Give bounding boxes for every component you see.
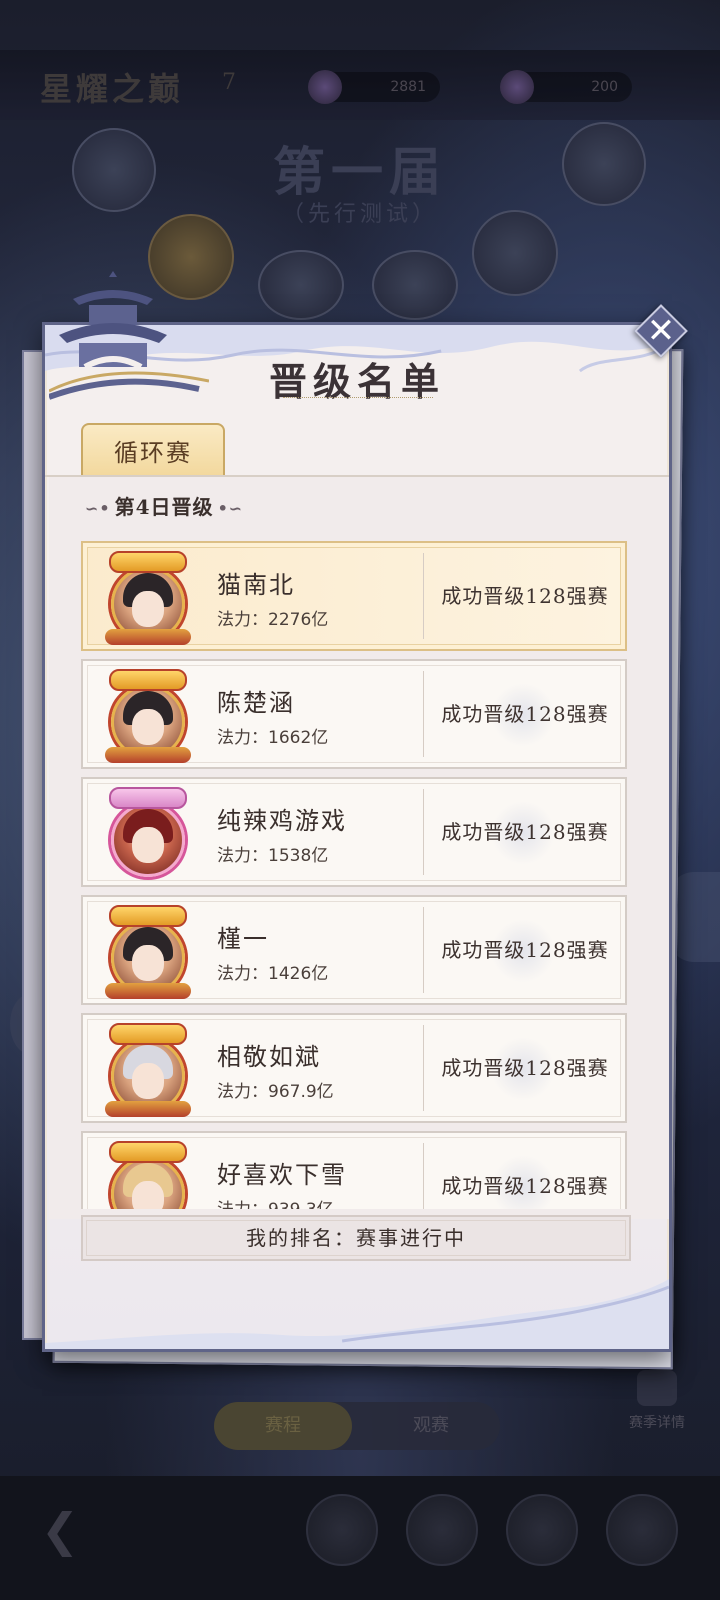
list-item[interactable]: 相敬如斌 法力：967.9亿 成功晋级128强赛 bbox=[81, 1013, 627, 1123]
season-subtitle: （先行测试） bbox=[281, 202, 438, 227]
promotion-status: 成功晋级128强赛 bbox=[441, 820, 609, 844]
section-heading: ∽• 第4日晋级 •∽ bbox=[81, 489, 247, 525]
promotion-status: 成功晋级128强赛 bbox=[441, 584, 609, 608]
background-node-a bbox=[472, 210, 558, 296]
section-heading-text: 第4日晋级 bbox=[114, 495, 214, 519]
bottom-cloud-decoration bbox=[45, 1279, 669, 1349]
list-item[interactable]: 好喜欢下雪 法力：939.3亿 成功晋级128强赛 bbox=[81, 1131, 627, 1209]
player-avatar[interactable] bbox=[105, 783, 191, 883]
player-power: 法力：967.9亿 bbox=[217, 1082, 334, 1102]
gem-icon bbox=[308, 70, 342, 104]
resource-a-value: 2881 bbox=[390, 79, 426, 95]
avatar-frame-banner bbox=[109, 669, 187, 691]
background-node-left bbox=[72, 128, 156, 212]
season-detail-button: 赛季详情 bbox=[612, 1370, 702, 1440]
player-name: 相敬如斌 bbox=[217, 1043, 321, 1071]
background-node-b bbox=[258, 250, 344, 320]
player-name: 猫南北 bbox=[217, 571, 295, 599]
player-power: 法力：2276亿 bbox=[217, 610, 329, 630]
avatar-frame-banner bbox=[109, 551, 187, 573]
trophy-icon bbox=[637, 1370, 677, 1406]
player-avatar[interactable] bbox=[105, 1019, 191, 1119]
orb-icon bbox=[500, 70, 534, 104]
background-node-right bbox=[562, 122, 646, 206]
promotion-status: 成功晋级128强赛 bbox=[441, 1056, 609, 1080]
player-avatar[interactable] bbox=[105, 1137, 191, 1209]
tab-watch: 观赛 bbox=[413, 1415, 449, 1436]
tab-schedule: 赛程 bbox=[214, 1402, 352, 1450]
player-name: 好喜欢下雪 bbox=[217, 1161, 347, 1189]
avatar-frame-banner bbox=[109, 1141, 187, 1163]
nav-icon-3 bbox=[506, 1494, 578, 1566]
avatar-frame-banner bbox=[109, 1023, 187, 1045]
avatar-frame-banner bbox=[109, 787, 187, 809]
promotion-status: 成功晋级128强赛 bbox=[441, 938, 609, 962]
resource-counter-a: 2881 bbox=[308, 70, 440, 104]
player-avatar[interactable] bbox=[105, 901, 191, 1001]
back-arrow-icon: ❮ bbox=[40, 1503, 80, 1557]
curl-left-icon: ∽• bbox=[85, 499, 111, 518]
list-item[interactable]: 纯辣鸡游戏 法力：1538亿 成功晋级128强赛 bbox=[81, 777, 627, 887]
promotion-status: 成功晋级128强赛 bbox=[441, 1174, 609, 1198]
player-power: 法力：939.3亿 bbox=[217, 1195, 334, 1209]
season-title: 第一届 bbox=[272, 142, 447, 203]
promotion-list[interactable]: 猫南北 法力：2276亿 成功晋级128强赛 陈楚涵 法力：1662亿 成功晋级… bbox=[81, 541, 631, 1209]
resource-counter-b: 200 bbox=[500, 70, 632, 104]
season-detail-label: 赛季详情 bbox=[629, 1415, 685, 1431]
player-power: 法力：1662亿 bbox=[217, 728, 329, 748]
close-icon: ✕ bbox=[646, 311, 676, 351]
my-rank-bar: 我的排名：赛事进行中 bbox=[81, 1215, 631, 1261]
list-item[interactable]: 猫南北 法力：2276亿 成功晋级128强赛 bbox=[81, 541, 627, 651]
background-bottom-tabs: 赛程 观赛 bbox=[214, 1402, 500, 1450]
avatar-frame-banner bbox=[109, 905, 187, 927]
player-name: 槿一 bbox=[217, 925, 269, 953]
background-title: 星耀之巅 bbox=[40, 70, 185, 108]
player-name: 纯辣鸡游戏 bbox=[217, 807, 347, 835]
resource-b-value: 200 bbox=[591, 79, 618, 95]
title-ornament bbox=[283, 397, 433, 405]
list-item[interactable]: 槿一 法力：1426亿 成功晋级128强赛 bbox=[81, 895, 627, 1005]
player-avatar[interactable] bbox=[105, 665, 191, 765]
player-power: 法力：1538亿 bbox=[217, 846, 329, 866]
list-item[interactable]: 陈楚涵 法力：1662亿 成功晋级128强赛 bbox=[81, 659, 627, 769]
nav-icon-2 bbox=[406, 1494, 478, 1566]
curl-right-icon: •∽ bbox=[217, 499, 244, 518]
player-name: 陈楚涵 bbox=[217, 689, 295, 717]
background-node-gold bbox=[148, 214, 234, 300]
nav-icon-1 bbox=[306, 1494, 378, 1566]
promotion-status: 成功晋级128强赛 bbox=[441, 702, 609, 726]
promotion-list-modal: 晋级名单 循环赛 ∽• 第4日晋级 •∽ 猫南北 法力：2276亿 成功晋级128强… bbox=[42, 271, 672, 1352]
background-title-number: 7 bbox=[222, 70, 236, 95]
player-avatar[interactable] bbox=[105, 547, 191, 647]
close-button[interactable]: ✕ bbox=[634, 304, 688, 358]
player-power: 法力：1426亿 bbox=[217, 964, 329, 984]
nav-icon-4 bbox=[606, 1494, 678, 1566]
background-node-c bbox=[372, 250, 458, 320]
tab-round-robin[interactable]: 循环赛 bbox=[81, 423, 225, 479]
